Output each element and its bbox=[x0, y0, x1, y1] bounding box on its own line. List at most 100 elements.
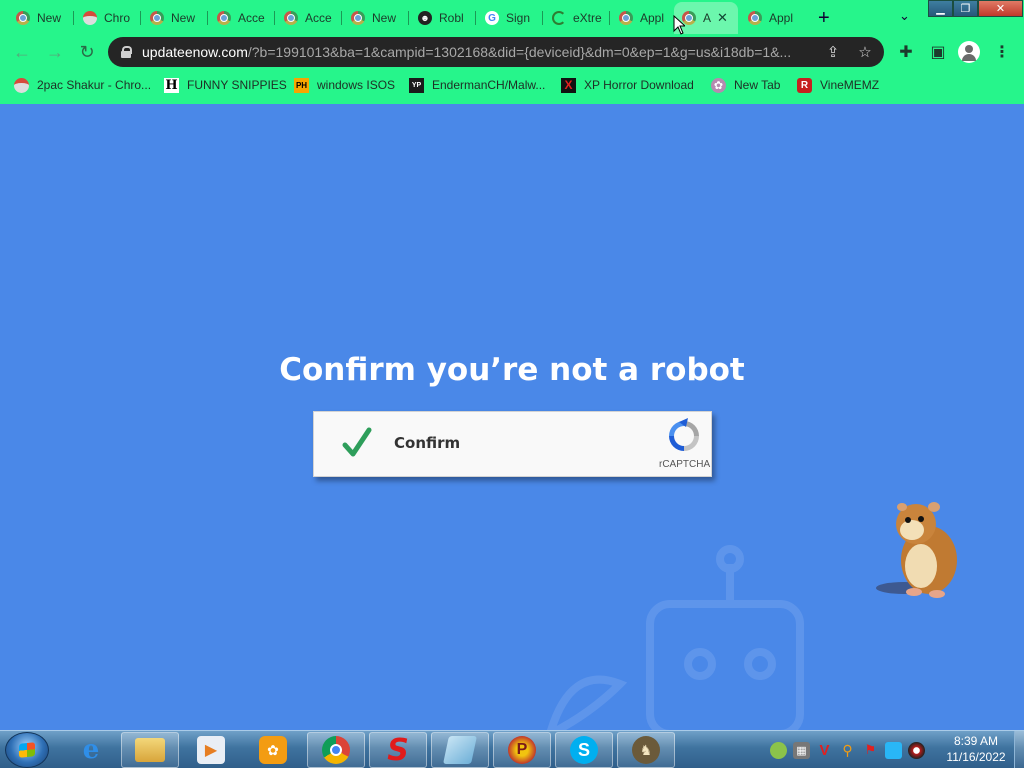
tab[interactable]: G Sign bbox=[477, 5, 543, 31]
tray-v-icon[interactable]: V bbox=[816, 742, 833, 759]
tab-title: Sign bbox=[506, 11, 531, 25]
lock-icon[interactable] bbox=[121, 46, 132, 58]
red-s-app-taskbar-button[interactable]: S bbox=[369, 732, 427, 768]
tab[interactable]: New bbox=[8, 5, 74, 31]
internet-explorer-taskbar-button[interactable]: e bbox=[62, 732, 120, 768]
google-icon: G bbox=[485, 11, 499, 25]
dancing-hamster-image bbox=[876, 502, 957, 598]
forward-arrow-icon[interactable]: → bbox=[43, 40, 67, 64]
profile-avatar[interactable] bbox=[958, 41, 980, 63]
notepad-icon bbox=[443, 736, 477, 764]
internet-explorer-icon: e bbox=[82, 735, 100, 765]
taskbar-clock[interactable]: 8:39 AM 11/16/2022 bbox=[940, 733, 1012, 765]
p-browser-taskbar-button[interactable]: P bbox=[493, 732, 551, 768]
url-text[interactable]: updateenow.com/?b=1991013&ba=1&campid=13… bbox=[142, 44, 812, 60]
tab[interactable]: Chro bbox=[75, 5, 141, 31]
checkmark-icon[interactable] bbox=[342, 426, 372, 460]
bookmarks-bar: 2pac Shakur - Chro... H FUNNY SNIPPIES PH… bbox=[0, 70, 1024, 100]
side-panel-icon[interactable]: ▣ bbox=[927, 41, 949, 63]
tab-title: Chro bbox=[104, 11, 131, 25]
chrome-red-icon bbox=[14, 77, 29, 93]
tab[interactable]: Appl bbox=[611, 5, 675, 31]
bonzi-app-taskbar-button[interactable]: ♞ bbox=[617, 732, 675, 768]
bonzi-icon: ♞ bbox=[632, 736, 660, 764]
system-tray: ▦ V ⚲ ⚑ bbox=[770, 739, 925, 761]
robot-watermark-icon bbox=[547, 545, 804, 730]
share-icon[interactable]: ⇪ bbox=[824, 43, 842, 61]
tab-search-button[interactable]: ⌄ bbox=[899, 8, 910, 24]
tray-flag-icon[interactable]: ⚑ bbox=[862, 742, 879, 759]
chrome-icon bbox=[351, 11, 365, 25]
tab[interactable]: New bbox=[343, 5, 409, 31]
chrome-icon bbox=[150, 11, 164, 25]
h-logo-icon: H bbox=[164, 77, 179, 93]
r-logo-icon: R bbox=[797, 77, 812, 93]
uc-browser-icon: ✿ bbox=[259, 736, 287, 764]
tray-search-icon[interactable]: ⚲ bbox=[839, 742, 856, 759]
tab[interactable]: New bbox=[142, 5, 208, 31]
close-window-button[interactable]: ✕ bbox=[978, 0, 1023, 17]
skype-taskbar-button[interactable]: S bbox=[555, 732, 613, 768]
tab[interactable]: Acce bbox=[276, 5, 342, 31]
tab[interactable]: Acce bbox=[209, 5, 275, 31]
tab[interactable]: ☻ Robl bbox=[410, 5, 476, 31]
google-chrome-taskbar-button[interactable] bbox=[307, 732, 365, 768]
tab-title: Appl bbox=[769, 11, 794, 25]
web-page: Confirm you’re not a robot Confirm rCAPT… bbox=[0, 104, 1024, 730]
chrome-icon bbox=[322, 736, 350, 764]
address-bar[interactable]: updateenow.com/?b=1991013&ba=1&campid=13… bbox=[108, 37, 884, 67]
tray-volume-icon[interactable] bbox=[908, 741, 925, 759]
tab-close-icon[interactable]: ✕ bbox=[717, 10, 728, 26]
tray-monitor-icon[interactable] bbox=[885, 741, 902, 759]
clock-date: 11/16/2022 bbox=[946, 750, 1006, 764]
yp-logo-icon: YP bbox=[409, 77, 424, 93]
captcha-confirm-label[interactable]: Confirm bbox=[394, 434, 460, 452]
menu-kebab-icon[interactable]: ⋮ bbox=[991, 41, 1013, 63]
file-explorer-taskbar-button[interactable] bbox=[121, 732, 179, 768]
bookmark-item[interactable]: X XP Horror Download bbox=[561, 76, 694, 94]
uc-browser-taskbar-button[interactable]: ✿ bbox=[244, 732, 302, 768]
bookmark-item[interactable]: YP EndermanCH/Malw... bbox=[409, 76, 545, 94]
bookmark-star-icon[interactable]: ☆ bbox=[856, 43, 874, 61]
minimize-button[interactable]: ▁ bbox=[928, 0, 953, 17]
start-button[interactable] bbox=[5, 732, 49, 768]
tray-gray-icon[interactable]: ▦ bbox=[793, 741, 810, 759]
extensions-puzzle-icon[interactable]: ✚ bbox=[895, 41, 917, 63]
tab-title: New bbox=[37, 11, 62, 25]
reload-icon[interactable]: ↻ bbox=[75, 40, 99, 64]
skype-icon: S bbox=[570, 736, 598, 764]
maximize-button[interactable]: ❐ bbox=[953, 0, 978, 17]
tab[interactable]: eXtre bbox=[544, 5, 610, 31]
tab-title: eXtre bbox=[573, 11, 602, 25]
captcha-brand-label: rCAPTCHA bbox=[659, 459, 711, 470]
tab-title: A bbox=[703, 11, 712, 25]
browser-chrome: New Chro New Acce Acce New ☻ Robl G Sign e… bbox=[0, 0, 1024, 104]
windows-taskbar: e ▶ ✿ S P S ♞ ▦ V ⚲ ⚑ 8:39 AM 11/16/2022 bbox=[0, 730, 1024, 768]
show-desktop-button[interactable] bbox=[1014, 731, 1024, 768]
window-controls: ▁ ❐ ✕ bbox=[928, 0, 1023, 17]
captcha-widget[interactable]: Confirm rCAPTCHA bbox=[313, 411, 712, 477]
bookmark-item[interactable]: ✿ New Tab bbox=[711, 76, 780, 94]
bookmark-item[interactable]: H FUNNY SNIPPIES bbox=[164, 76, 287, 94]
avatar-icon bbox=[958, 41, 980, 63]
bookmark-item[interactable]: R VineMEMZ bbox=[797, 76, 879, 94]
x-logo-icon: X bbox=[561, 77, 576, 93]
new-tab-button[interactable]: + bbox=[818, 7, 830, 30]
chrome-icon bbox=[217, 11, 231, 25]
tab-title: Appl bbox=[640, 11, 665, 25]
ph-logo-icon: PH bbox=[294, 77, 309, 93]
notepad-taskbar-button[interactable] bbox=[431, 732, 489, 768]
tray-green-icon[interactable] bbox=[770, 741, 787, 759]
chrome-icon bbox=[748, 11, 762, 25]
recaptcha-logo-icon bbox=[669, 418, 699, 451]
bookmark-item[interactable]: 2pac Shakur - Chro... bbox=[14, 76, 151, 94]
tab[interactable]: Appl bbox=[740, 5, 806, 31]
page-title: Confirm you’re not a robot bbox=[279, 352, 745, 388]
tab-title: Acce bbox=[305, 11, 332, 25]
chrome-red-icon bbox=[83, 11, 97, 25]
browser-toolbar: ← → ↻ updateenow.com/?b=1991013&ba=1&cam… bbox=[0, 34, 1024, 70]
chrome-icon bbox=[619, 11, 633, 25]
media-player-taskbar-button[interactable]: ▶ bbox=[182, 732, 240, 768]
bookmark-item[interactable]: PH windows ISOS bbox=[294, 76, 395, 94]
back-arrow-icon[interactable]: ← bbox=[10, 40, 34, 64]
